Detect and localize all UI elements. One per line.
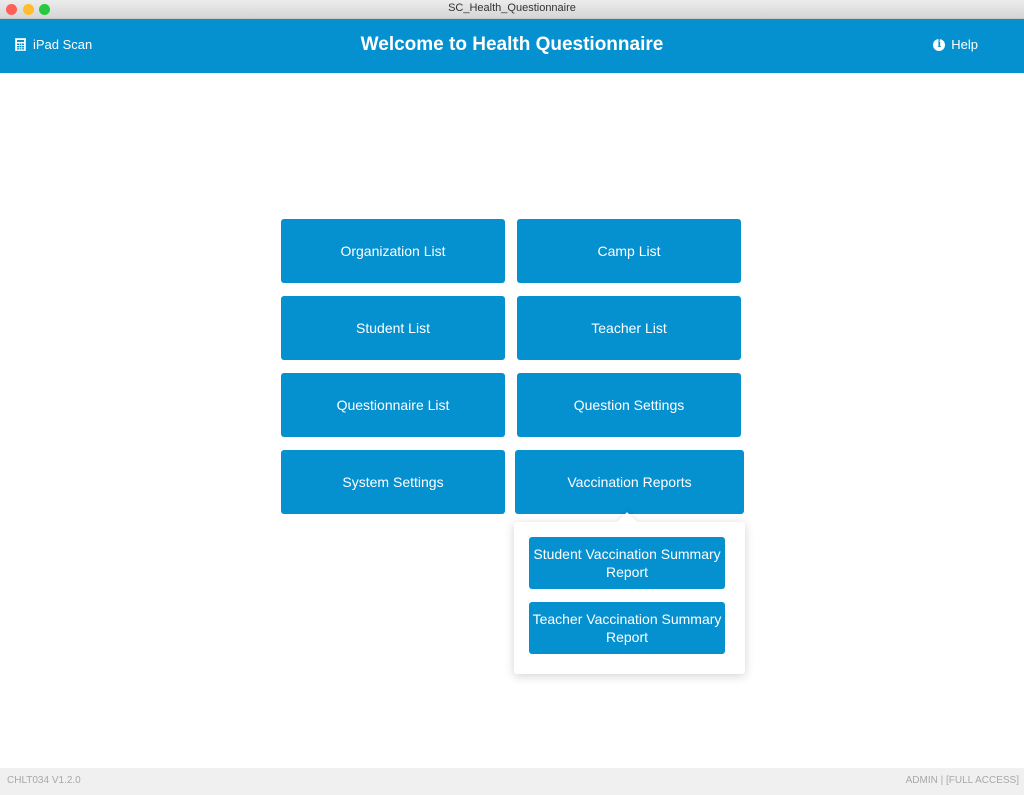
app-header: iPad Scan Welcome to Health Questionnair…: [0, 19, 1024, 73]
window-titlebar: SC_Health_Questionnaire: [0, 0, 1024, 19]
info-icon: i: [933, 38, 946, 51]
student-vaccination-report-button[interactable]: Student Vaccination Summary Report: [529, 537, 725, 589]
camp-list-button[interactable]: Camp List: [517, 219, 741, 283]
teacher-vaccination-report-button[interactable]: Teacher Vaccination Summary Report: [529, 602, 725, 654]
window-title: SC_Health_Questionnaire: [448, 2, 576, 14]
vaccination-reports-button[interactable]: Vaccination Reports: [515, 450, 744, 514]
student-list-button[interactable]: Student List: [281, 296, 505, 360]
question-settings-button[interactable]: Question Settings: [517, 373, 741, 437]
system-settings-button[interactable]: System Settings: [281, 450, 505, 514]
user-access-label: ADMIN | [FULL ACCESS]: [905, 775, 1019, 786]
help-label: Help: [951, 37, 978, 52]
status-footer: CHLT034 V1.2.0 ADMIN | [FULL ACCESS]: [0, 768, 1024, 795]
teacher-list-button[interactable]: Teacher List: [517, 296, 741, 360]
questionnaire-list-button[interactable]: Questionnaire List: [281, 373, 505, 437]
organization-list-button[interactable]: Organization List: [281, 219, 505, 283]
version-label: CHLT034 V1.2.0: [7, 775, 81, 786]
page-title: Welcome to Health Questionnaire: [360, 34, 664, 55]
help-button[interactable]: i Help: [933, 37, 978, 52]
